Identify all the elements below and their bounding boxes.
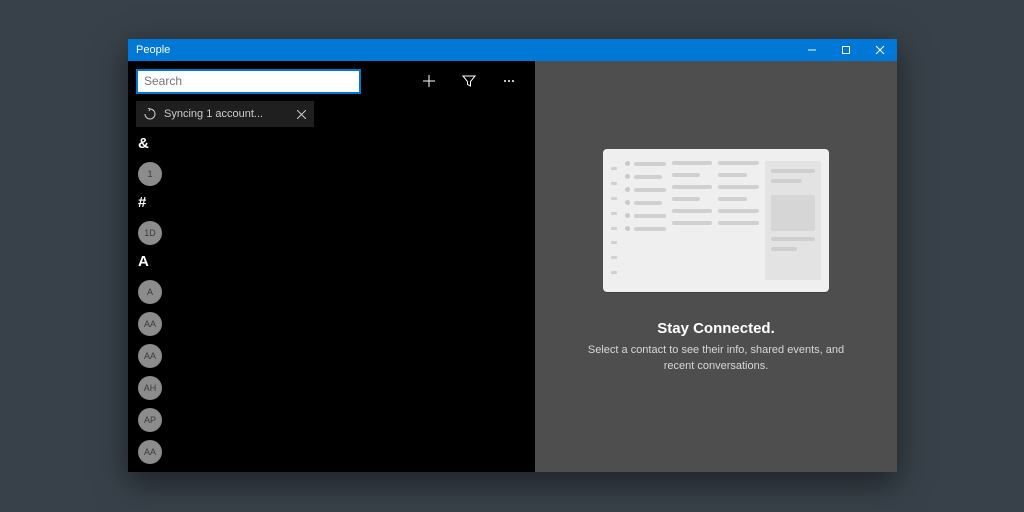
sync-status-text: Syncing 1 account... [164,108,297,120]
maximize-button[interactable] [829,39,863,61]
avatar: AH [138,376,162,400]
close-button[interactable] [863,39,897,61]
filter-button[interactable] [449,67,489,95]
contact-item[interactable]: AA [132,436,531,468]
close-icon [875,45,885,55]
close-icon [297,110,306,119]
maximize-icon [841,45,851,55]
detail-pane: Stay Connected. Select a contact to see … [535,61,897,472]
minimize-icon [807,45,817,55]
section-header[interactable]: & [132,131,531,158]
empty-state: Stay Connected. Select a contact to see … [586,149,846,384]
avatar: 1 [138,162,162,186]
app-window: People [128,39,897,472]
section-header[interactable]: A [132,249,531,276]
avatar: AA [138,344,162,368]
contact-item[interactable]: AA [132,340,531,372]
avatar: AA [138,440,162,464]
contact-item[interactable]: AH [132,372,531,404]
avatar: 1D [138,221,162,245]
avatar: AP [138,408,162,432]
contact-item[interactable]: AA [132,308,531,340]
sync-status-chip: Syncing 1 account... [136,101,314,127]
contact-item[interactable]: AP [132,404,531,436]
plus-icon [422,74,436,88]
minimize-button[interactable] [795,39,829,61]
contact-item[interactable]: 1 [132,158,531,190]
empty-state-title: Stay Connected. [586,320,846,337]
empty-state-illustration [603,149,829,292]
avatar: A [138,280,162,304]
search-input[interactable] [136,69,361,94]
contact-item[interactable]: 1D [132,217,531,249]
more-button[interactable] [489,67,529,95]
section-header[interactable]: # [132,190,531,217]
sync-icon [144,108,156,120]
title-bar[interactable]: People [128,39,897,61]
window-title: People [128,44,170,56]
filter-icon [462,74,476,88]
contact-list[interactable]: &1#1DAAAAAAAHAPAA [128,131,535,472]
toolbar [128,61,535,101]
sync-status-close-button[interactable] [297,110,306,119]
add-contact-button[interactable] [409,67,449,95]
ellipsis-icon [502,74,516,88]
contact-list-pane: Syncing 1 account... &1#1DAAAAAAAHAPAA [128,61,535,472]
empty-state-subtitle: Select a contact to see their info, shar… [586,343,846,374]
contact-item[interactable]: A [132,276,531,308]
avatar: AA [138,312,162,336]
